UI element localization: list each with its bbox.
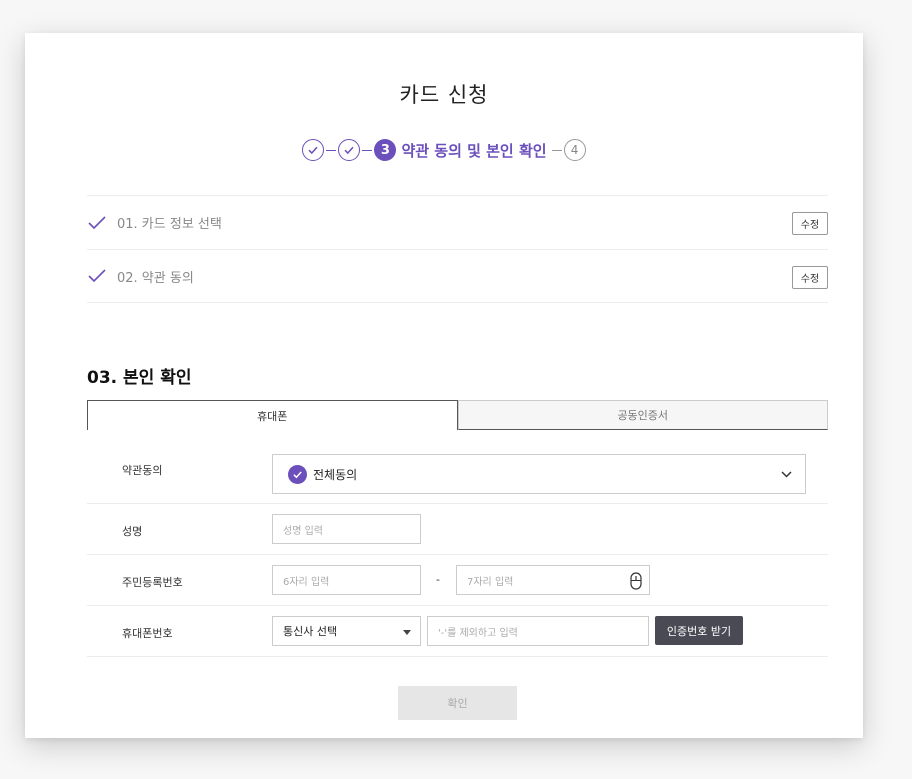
check-circle-icon — [288, 464, 307, 484]
completed-step-label: 02. 약관 동의 — [117, 270, 194, 286]
completed-step-card-info: 01. 카드 정보 선택 수정 — [87, 195, 828, 249]
verification-tabs: 휴대폰 공동인증서 — [87, 400, 828, 430]
tab-certificate[interactable]: 공동인증서 — [457, 400, 828, 430]
step-1-complete-icon — [302, 139, 325, 161]
tab-mobile[interactable]: 휴대폰 — [87, 400, 458, 430]
progress-stepper: 3 약관 동의 및 본인 확인 4 — [25, 139, 863, 161]
name-label: 성명 — [122, 525, 143, 538]
agree-label: 약관동의 — [122, 464, 163, 477]
agree-row: 약관동의 전체동의 — [87, 450, 828, 504]
step-2-complete-icon — [338, 139, 361, 161]
step-3-active-badge: 3 — [374, 139, 397, 161]
carrier-value: 통신사 선택 — [283, 625, 338, 638]
check-icon — [88, 215, 106, 229]
edit-terms-button[interactable]: 수정 — [792, 266, 828, 289]
completed-step-label: 01. 카드 정보 선택 — [117, 217, 222, 232]
rrn-back-input[interactable]: 7자리 입력 — [456, 565, 650, 595]
check-icon — [88, 269, 106, 283]
name-input[interactable]: 성명 입력 — [272, 514, 421, 544]
step-connector — [551, 149, 562, 151]
step-4-badge: 4 — [563, 139, 586, 161]
confirm-button[interactable]: 확인 — [398, 686, 517, 720]
name-row: 성명 성명 입력 — [87, 504, 828, 555]
request-auth-code-button[interactable]: 인증번호 받기 — [655, 616, 743, 645]
card-application-panel: 카드 신청 3 약관 동의 및 본인 확인 4 01. 카드 정보 선택 수정 … — [25, 33, 863, 738]
carrier-select[interactable]: 통신사 선택 — [272, 616, 421, 646]
step-connector — [362, 149, 373, 151]
phone-number-input[interactable]: '-'를 제외하고 입력 — [427, 616, 649, 646]
chevron-down-icon — [781, 471, 792, 478]
rrn-row: 주민등록번호 6자리 입력 - 7자리 입력 — [87, 555, 828, 606]
phone-row: 휴대폰번호 통신사 선택 '-'를 제외하고 입력 인증번호 받기 — [87, 606, 828, 657]
rrn-label: 주민등록번호 — [122, 576, 183, 589]
agree-dropdown[interactable]: 전체동의 — [272, 454, 806, 494]
mouse-keypad-icon[interactable] — [630, 572, 642, 590]
step-3-label: 약관 동의 및 본인 확인 — [401, 141, 547, 160]
agree-value: 전체동의 — [313, 467, 358, 482]
rrn-back-placeholder: 7자리 입력 — [467, 576, 514, 588]
rrn-front-input[interactable]: 6자리 입력 — [272, 565, 421, 595]
caret-down-icon — [403, 630, 411, 635]
step-connector — [326, 149, 337, 151]
section-title: 03. 본인 확인 — [87, 368, 192, 388]
page-title: 카드 신청 — [399, 83, 489, 107]
rrn-separator: - — [436, 573, 440, 586]
completed-step-terms: 02. 약관 동의 수정 — [87, 249, 828, 303]
phone-label: 휴대폰번호 — [122, 627, 173, 640]
edit-card-info-button[interactable]: 수정 — [792, 212, 828, 235]
